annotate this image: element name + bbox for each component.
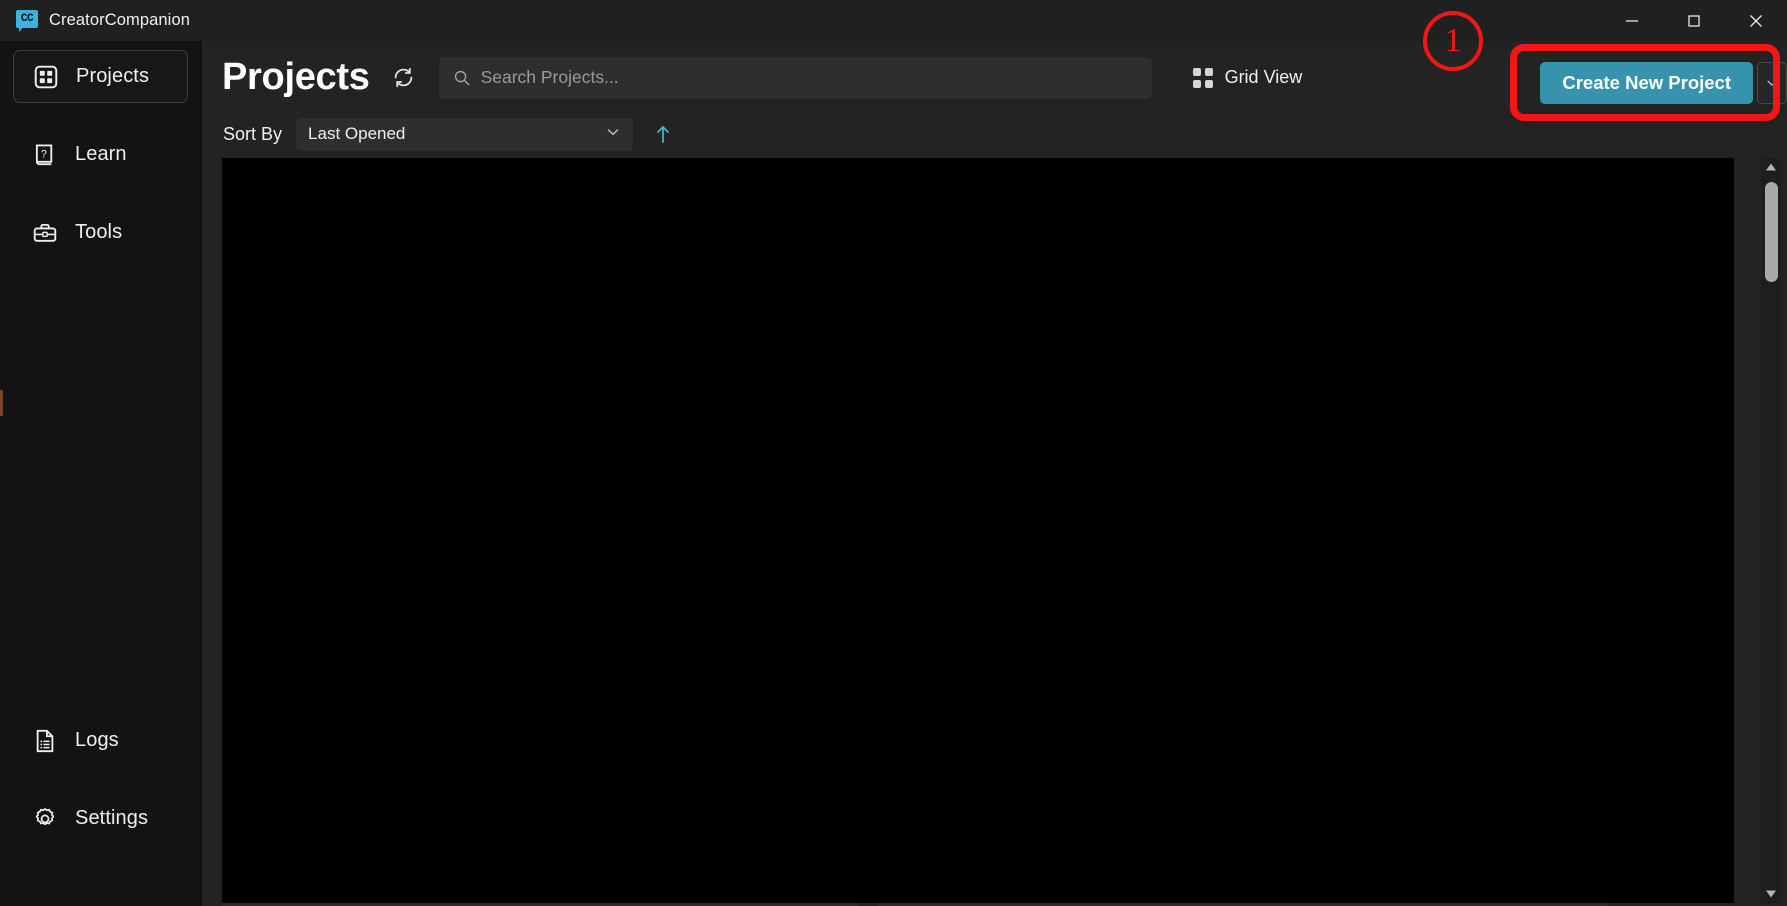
gear-icon — [35, 807, 55, 825]
document-lines-icon — [36, 729, 54, 752]
vertical-scrollbar-thumb[interactable] — [1765, 182, 1778, 282]
sidebar-item-projects[interactable]: Projects — [13, 50, 188, 103]
vertical-scrollbar[interactable] — [1761, 158, 1781, 903]
sidebar-item-label: Projects — [76, 65, 150, 87]
search-icon — [454, 70, 469, 85]
sidebar-item-learn[interactable]: ? Learn — [13, 128, 188, 181]
sidebar-item-label: Tools — [75, 221, 123, 243]
title-bar-left: CC CreatorCompanion — [0, 0, 190, 41]
sidebar-bottom-group: Logs Settings — [0, 714, 201, 906]
toolbox-icon — [33, 223, 57, 242]
title-bar: CC CreatorCompanion — [0, 0, 1787, 41]
window-controls — [1601, 0, 1787, 41]
refresh-icon — [394, 67, 413, 88]
close-icon — [1750, 14, 1762, 27]
sort-by-label: Sort By — [223, 123, 283, 144]
sort-by-value: Last Opened — [308, 124, 406, 143]
sort-by-select[interactable]: Last Opened — [296, 117, 634, 151]
book-question-icon: ? — [35, 144, 53, 165]
cc-speech-bubble-icon: CC — [16, 9, 38, 32]
sidebar: Projects ? Learn Tools Logs Settings — [0, 41, 202, 906]
sidebar-item-label: Logs — [75, 729, 119, 751]
arrow-up-icon — [657, 126, 669, 143]
app-icon-text: CC — [20, 12, 34, 25]
sidebar-item-label: Settings — [75, 807, 149, 829]
annotation-step-marker: 1 — [1423, 11, 1483, 71]
sidebar-item-logs[interactable]: Logs — [13, 714, 188, 767]
scroll-down-button[interactable] — [1761, 885, 1781, 903]
chevron-down-icon — [605, 124, 621, 145]
triangle-up-icon — [1766, 163, 1776, 171]
maximize-icon — [1688, 14, 1700, 27]
sidebar-item-settings[interactable]: Settings — [13, 792, 188, 845]
scroll-up-button[interactable] — [1761, 158, 1781, 176]
projects-list-area[interactable] — [222, 158, 1734, 903]
grid-dots-icon — [1192, 67, 1213, 88]
maximize-button[interactable] — [1663, 0, 1725, 41]
window-edge-marker — [0, 390, 3, 416]
sidebar-item-tools[interactable]: Tools — [13, 206, 188, 259]
minimize-icon — [1626, 19, 1638, 22]
svg-text:?: ? — [41, 148, 47, 160]
search-input[interactable]: Search Projects... — [438, 56, 1152, 99]
grid-view-toggle[interactable]: Grid View — [1187, 58, 1309, 98]
minimize-button[interactable] — [1601, 0, 1663, 41]
main-panel: Projects Search Projects... Grid View Cr… — [202, 41, 1787, 906]
annotation-highlight-rectangle — [1510, 44, 1780, 121]
refresh-button[interactable] — [388, 62, 420, 94]
sort-direction-button[interactable] — [651, 122, 675, 146]
grid-squares-icon — [34, 65, 58, 88]
sidebar-top-group: Projects ? Learn Tools — [0, 41, 201, 284]
app-title: CreatorCompanion — [49, 11, 191, 29]
search-placeholder: Search Projects... — [480, 67, 619, 87]
application-window: CC CreatorCompanion Projects ? Learn Too… — [0, 0, 1787, 906]
sidebar-item-label: Learn — [75, 143, 127, 165]
grid-view-label: Grid View — [1224, 67, 1303, 87]
triangle-down-icon — [1766, 890, 1776, 898]
close-button[interactable] — [1725, 0, 1787, 41]
page-title: Projects — [222, 56, 370, 98]
